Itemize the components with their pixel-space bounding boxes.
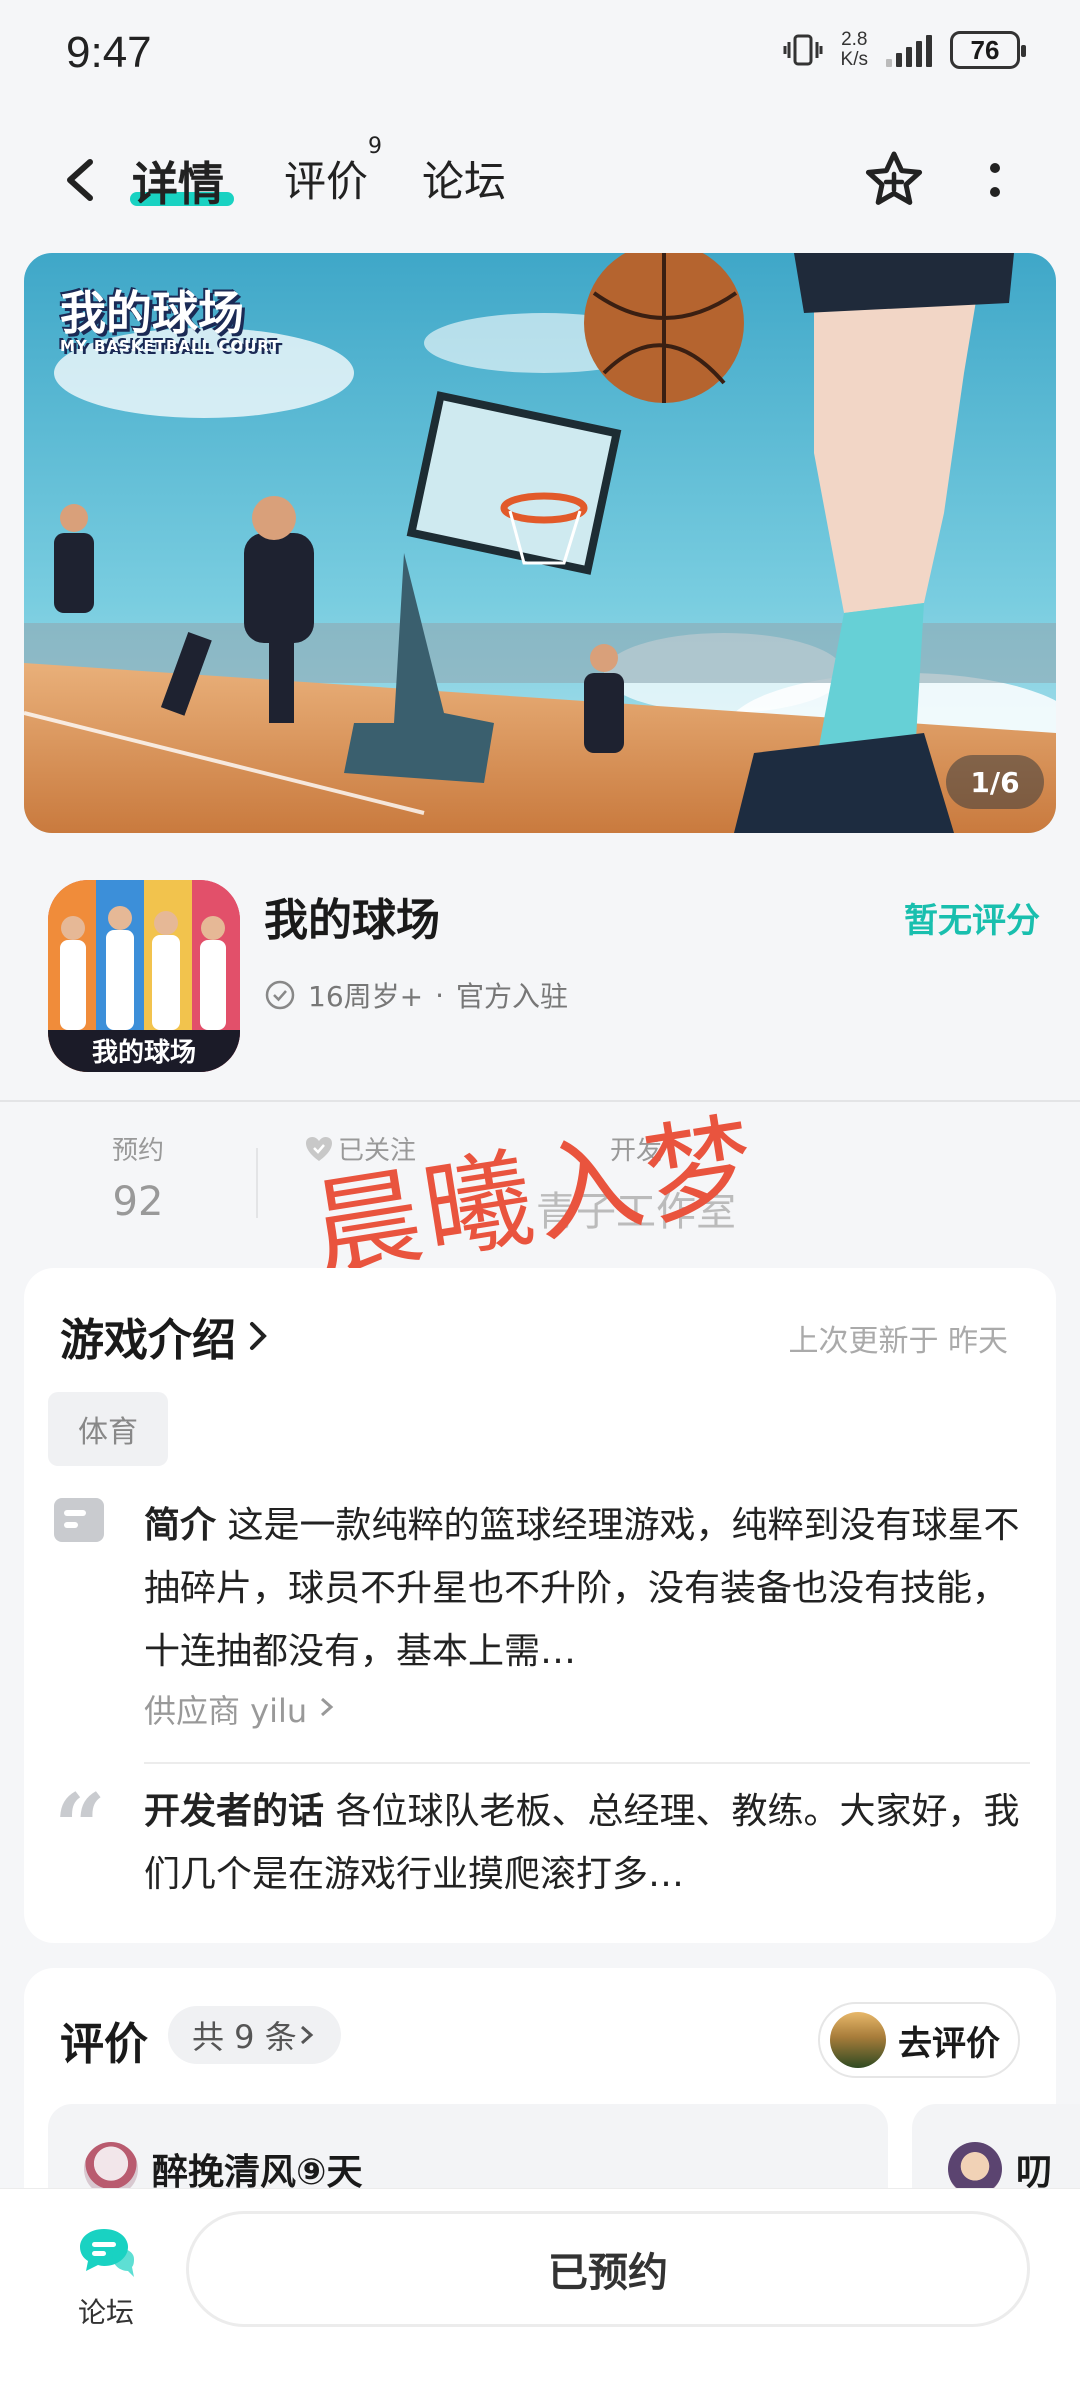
vibrate-icon: [783, 30, 823, 70]
bottom-bar: 论坛 已预约: [0, 2188, 1080, 2403]
status-icons: 2.8 K/s 76: [783, 30, 1026, 70]
watermark-text: 晨曦入梦: [304, 1100, 767, 1295]
summary-label: 简介: [144, 1505, 217, 1546]
chevron-right-icon: [250, 1322, 267, 1350]
app-icon-text: 我的球场: [92, 1037, 196, 1068]
supplier-link[interactable]: 供应商 yilu: [144, 1686, 337, 1732]
forum-icon: [80, 2229, 134, 2277]
genre-tag[interactable]: 体育: [48, 1392, 168, 1466]
summary-text: 这是一款纯粹的篮球经理游戏，纯粹到没有球星不抽碎片，球员不升星也不升阶，没有装备…: [144, 1505, 1020, 1672]
forum-button[interactable]: 论坛: [56, 2225, 156, 2331]
banner-logo-subtitle: MY BASKETBALL COURT: [60, 337, 281, 355]
status-time: 9:47: [66, 28, 152, 77]
developer-words-label: 开发者的话: [144, 1791, 325, 1832]
reserve-label: 预约: [112, 1136, 165, 1166]
divider: [0, 1100, 1080, 1102]
signal-icon: [886, 33, 932, 67]
official-label: 官方入驻: [456, 980, 569, 1013]
app-icon: 我的球场: [48, 880, 240, 1072]
net-speed-unit: K/s: [840, 49, 868, 70]
developer-words[interactable]: 开发者的话 各位球队老板、总经理、教练。大家好，我们几个是在游戏行业摸爬滚打多…: [144, 1780, 1024, 1906]
reserved-button[interactable]: 已预约: [186, 2211, 1030, 2327]
back-icon[interactable]: [56, 150, 106, 210]
tab-reviews-label: 评价: [284, 157, 369, 206]
app-meta: 16周岁+ · 官方入驻: [264, 975, 568, 1015]
reviews-count[interactable]: 共 9 条: [168, 2006, 341, 2064]
update-time: 上次更新于 昨天: [788, 1324, 1008, 1359]
more-icon[interactable]: [980, 150, 1010, 210]
reserve-stat: 预约 92: [112, 1130, 164, 1225]
user-avatar: [830, 2012, 886, 2068]
meta-separator: ·: [435, 978, 444, 1012]
summary-icon: [54, 1498, 104, 1542]
reviews-count-text: 共 9 条: [192, 2018, 297, 2056]
banner-logo-text: 我的球场: [60, 286, 244, 340]
intro-title[interactable]: 游戏介绍: [60, 1304, 272, 1368]
net-speed: 2.8 K/s: [841, 30, 868, 70]
chevron-right-icon: [300, 2025, 313, 2045]
forum-label: 论坛: [77, 2296, 134, 2329]
summary-paragraph[interactable]: 简介 这是一款纯粹的篮球经理游戏，纯粹到没有球星不抽碎片，球员不升星也不升阶，没…: [144, 1494, 1024, 1683]
battery-level: 76: [970, 34, 1000, 65]
intro-divider: [144, 1762, 1030, 1764]
check-circle-icon: [265, 980, 295, 1010]
write-review-label: 去评价: [898, 2023, 1000, 2064]
reserve-count: 92: [112, 1179, 164, 1225]
banner-logo: 我的球场 MY BASKETBALL COURT: [60, 277, 280, 355]
age-rating: 16周岁+: [308, 980, 424, 1013]
page-indicator: 1/6: [946, 755, 1044, 809]
chevron-right-small-icon: [321, 1697, 334, 1717]
intro-title-text: 游戏介绍: [60, 1315, 236, 1366]
stat-divider: [256, 1148, 258, 1218]
reviews-title: 评价: [60, 2019, 148, 2070]
top-nav: 详情 评价 9 论坛: [0, 130, 1080, 230]
net-speed-value: 2.8: [841, 29, 868, 50]
intro-card: 游戏介绍 上次更新于 昨天 体育 简介 这是一款纯粹的篮球经理游戏，纯粹到没有球…: [24, 1268, 1056, 1943]
tab-reviews[interactable]: 评价 9: [284, 134, 382, 209]
tab-forum[interactable]: 论坛: [422, 148, 506, 209]
quote-icon: “: [54, 1774, 106, 1880]
battery-icon: 76: [950, 31, 1026, 69]
screenshot-carousel[interactable]: 我的球场 MY BASKETBALL COURT 1/6: [24, 253, 1056, 833]
supplier-text: 供应商 yilu: [144, 1692, 308, 1730]
tab-reviews-badge: 9: [368, 134, 383, 159]
write-review-button[interactable]: 去评价: [818, 2002, 1020, 2078]
rating-text: 暂无评分: [904, 901, 1040, 941]
star-add-icon[interactable]: [862, 148, 926, 212]
tab-details[interactable]: 详情: [132, 148, 224, 214]
status-bar: 9:47 2.8 K/s 76: [0, 0, 1080, 110]
app-name: 我的球场: [264, 895, 440, 946]
